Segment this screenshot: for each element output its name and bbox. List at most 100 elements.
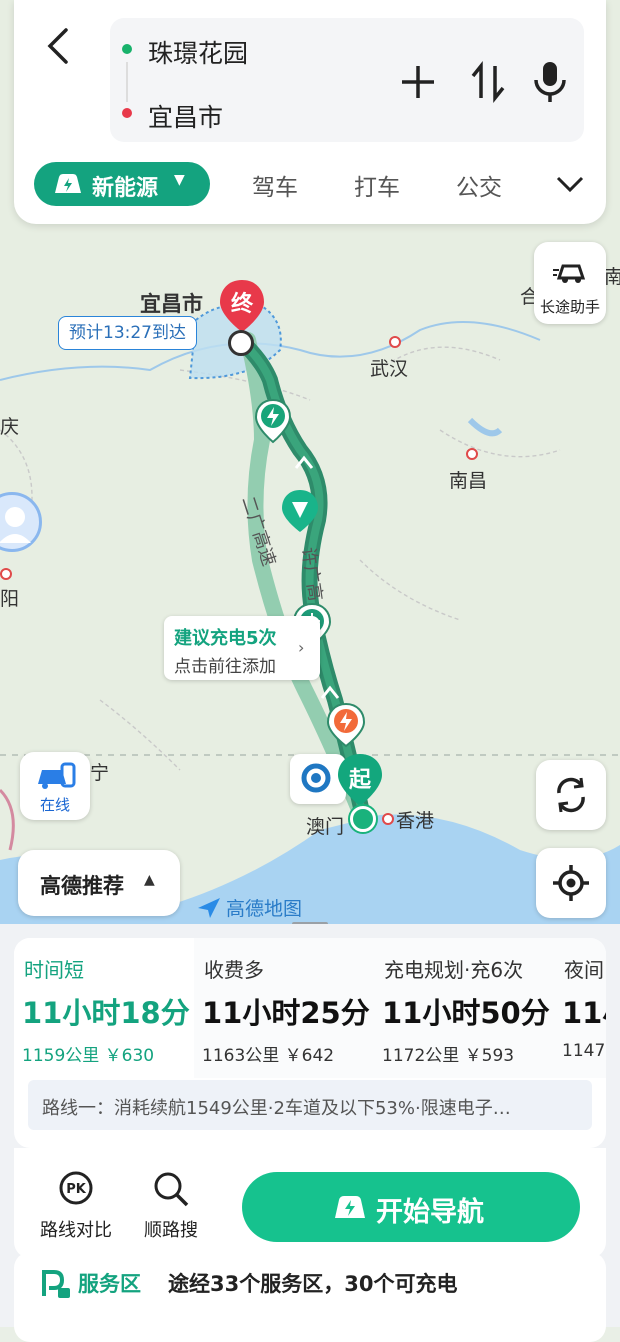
city-dot-hongkong — [382, 813, 394, 825]
route-tag: 时间短 — [24, 958, 84, 982]
start-navigation-label: 开始导航 — [376, 1197, 484, 1228]
map-label-partial: 庆 — [0, 416, 20, 438]
parking-charge-icon — [42, 1270, 70, 1298]
tab-driving[interactable]: 驾车 — [252, 168, 298, 202]
charge-suggestion-bubble[interactable]: 建议充电5次 点击前往添加 › — [164, 616, 320, 680]
pk-icon: PK — [59, 1171, 93, 1205]
route-description[interactable]: 路线一：消耗续航1549公里·2车道及以下53%·限速电子… — [28, 1080, 592, 1130]
tab-new-energy[interactable]: 新能源 ▼ — [34, 162, 210, 206]
amap-logo-icon — [198, 898, 220, 918]
service-area-marker[interactable] — [280, 488, 320, 534]
car-fast-icon — [553, 264, 586, 283]
search-along-route-label: 顺路搜 — [144, 1220, 198, 1241]
tab-new-energy-label: 新能源 — [92, 176, 159, 201]
route-search-card: 珠璟花园 宜昌市 新能源 ▼ 驾车 打车 公交 — [14, 0, 606, 224]
route-option[interactable]: 夜间 11小 1147 — [554, 938, 606, 1078]
route-sheet: 时间短 11小时18分 1159公里 ￥630 收费多 11小时25分 1163… — [0, 924, 620, 1342]
route-preference-label: 高德推荐 — [40, 874, 124, 898]
start-point — [350, 806, 376, 832]
map-label-hongkong: 香港 — [396, 810, 435, 832]
route-distance: 1147 — [562, 1041, 606, 1061]
end-marker[interactable]: 终 — [218, 278, 266, 332]
map-label-macau: 澳门 — [306, 816, 345, 838]
ev-car-icon — [335, 1196, 365, 1218]
route-cost: ￥593 — [464, 1046, 515, 1066]
add-waypoint-button[interactable] — [398, 62, 438, 102]
service-area-text: 途经33个服务区，30个可充电 — [168, 1272, 458, 1296]
route-options-card: 时间短 11小时18分 1159公里 ￥630 收费多 11小时25分 1163… — [14, 938, 606, 1148]
route-distance-cost: 1163公里 ￥642 — [202, 1041, 334, 1066]
route-preference-dropdown[interactable]: 高德推荐 ▲ — [18, 850, 180, 916]
svg-text:二广高速: 二广高速 — [237, 494, 279, 569]
tab-bus[interactable]: 公交 — [456, 168, 502, 202]
map-label-wuhan: 武汉 — [370, 358, 409, 380]
more-modes-button[interactable] — [554, 172, 586, 196]
highway-label-erguang: 二广高速 — [226, 478, 280, 588]
refresh-icon — [557, 777, 585, 813]
service-area-card[interactable]: 服务区 途经33个服务区，30个可充电 — [14, 1252, 606, 1342]
back-arrow-icon — [47, 28, 68, 64]
route-option[interactable]: 时间短 11小时18分 1159公里 ￥630 — [14, 938, 194, 1078]
route-time: 11小时25分 — [202, 996, 370, 1030]
back-button[interactable] — [38, 22, 78, 70]
ev-car-icon — [55, 174, 81, 193]
service-area-title: 服务区 — [78, 1272, 141, 1296]
route-distance: 1172公里 — [382, 1046, 460, 1066]
map-label-partial: 阳 — [0, 588, 20, 610]
route-compare-label: 路线对比 — [40, 1220, 112, 1241]
long-trip-assistant-button[interactable]: 长途助手 — [534, 242, 606, 324]
search-along-route-button[interactable]: 顺路搜 — [128, 1170, 214, 1242]
end-point — [228, 330, 254, 356]
destination-field[interactable]: 宜昌市 — [148, 98, 223, 134]
route-tag: 充电规划·充6次 — [384, 958, 524, 982]
start-marker[interactable]: 起 — [336, 752, 384, 806]
route-distance: 1159公里 — [22, 1046, 100, 1066]
charging-station-marker[interactable] — [326, 702, 366, 748]
swap-button[interactable] — [468, 60, 508, 104]
route-time: 11小时50分 — [382, 996, 550, 1030]
charging-station-marker[interactable] — [254, 398, 292, 444]
origin-destination-box: 珠璟花园 宜昌市 — [110, 18, 584, 142]
route-compare-button[interactable]: PK 路线对比 — [32, 1170, 120, 1242]
route-distance-cost: 1159公里 ￥630 — [22, 1041, 154, 1066]
start-marker-label: 起 — [348, 768, 371, 793]
origin-field[interactable]: 珠璟花园 — [148, 34, 248, 70]
map-label-nanchang: 南昌 — [449, 470, 488, 492]
charge-suggestion-title: 建议充电5次 — [174, 628, 277, 649]
route-distance-cost: 1172公里 ￥593 — [382, 1041, 514, 1066]
chevron-right-icon: › — [298, 638, 305, 657]
city-dot-wuhan — [389, 336, 401, 348]
origin-dot — [122, 44, 132, 54]
plus-icon — [402, 66, 434, 98]
map-label-partial: 宁 — [90, 762, 110, 784]
caret-up-icon: ▲ — [144, 872, 155, 888]
route-option[interactable]: 充电规划·充6次 11小时50分 1172公里 ￥593 — [374, 938, 554, 1078]
map-label-yichang: 宜昌市 — [140, 292, 203, 316]
eta-label: 预计13:27到达 — [58, 316, 197, 350]
route-cost: ￥642 — [284, 1046, 335, 1066]
route-time: 11小时18分 — [22, 996, 190, 1030]
car-online-icon — [38, 762, 76, 789]
voice-input-button[interactable] — [530, 58, 570, 104]
city-dot-partial — [0, 568, 12, 580]
chevron-down-icon — [556, 176, 584, 193]
navigation-actions: PK 路线对比 顺路搜 开始导航 — [14, 1148, 606, 1258]
online-car-button[interactable]: 在线 — [20, 752, 90, 820]
start-navigation-button[interactable]: 开始导航 — [242, 1172, 580, 1242]
map-label-partial: 南 — [604, 266, 620, 288]
route-description-text: 路线一：消耗续航1549公里·2车道及以下53%·限速电子… — [42, 1098, 511, 1119]
avatar[interactable] — [0, 492, 42, 552]
locate-icon — [553, 865, 589, 901]
route-time: 11小 — [562, 996, 606, 1030]
tab-taxi[interactable]: 打车 — [354, 168, 400, 202]
long-trip-assistant-label: 长途助手 — [539, 298, 600, 316]
refresh-route-button[interactable] — [536, 760, 606, 830]
svg-text:PK: PK — [66, 1182, 87, 1197]
locate-button[interactable] — [536, 848, 606, 918]
route-cost: ￥630 — [104, 1046, 155, 1066]
destination-dot — [122, 108, 132, 118]
route-tag: 夜间 — [564, 958, 604, 982]
route-distance: 1163公里 — [202, 1046, 280, 1066]
end-marker-label: 终 — [230, 292, 253, 317]
route-option[interactable]: 收费多 11小时25分 1163公里 ￥642 — [194, 938, 374, 1078]
